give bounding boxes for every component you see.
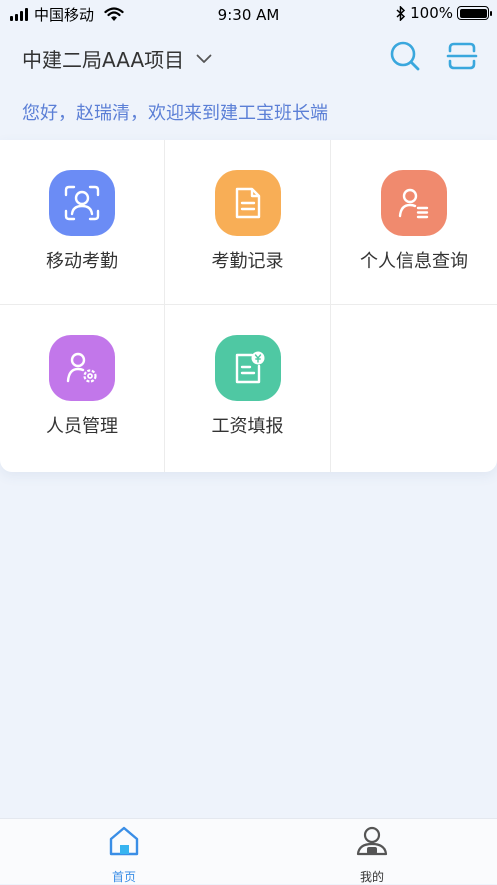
person-info-icon xyxy=(381,170,447,236)
person-settings-icon xyxy=(49,335,115,401)
grid-item-label: 移动考勤 xyxy=(46,251,118,272)
battery-percent: 100% xyxy=(410,4,453,22)
document-icon xyxy=(214,170,281,236)
grid-item-label: 工资填报 xyxy=(211,416,284,437)
grid-item-label: 人员管理 xyxy=(46,416,118,437)
scan-icon[interactable] xyxy=(446,40,478,72)
tab-mine[interactable]: 我的 xyxy=(312,819,432,884)
home-icon xyxy=(109,826,139,856)
project-selector[interactable]: 中建二局AAA项目 xyxy=(22,44,212,73)
battery-fill xyxy=(459,8,487,18)
grid-item-salary-report[interactable]: 工资填报 xyxy=(165,305,331,472)
header: 中建二局AAA项目 xyxy=(0,30,497,88)
grid-item-mobile-attendance[interactable]: 移动考勤 xyxy=(0,140,165,305)
tab-bar: 首页 我的 xyxy=(0,818,497,884)
tab-label: 首页 xyxy=(111,870,136,884)
status-bar: 中国移动 9:30 AM 100% xyxy=(0,0,497,30)
tab-label: 我的 xyxy=(359,870,384,884)
project-name: 中建二局AAA项目 xyxy=(22,48,185,72)
bluetooth-icon xyxy=(396,5,406,21)
battery-icon xyxy=(457,6,492,20)
grid-item-label: 个人信息查询 xyxy=(360,251,468,272)
grid-item-label: 考勤记录 xyxy=(211,251,284,272)
chevron-down-icon xyxy=(196,54,212,63)
tab-home[interactable]: 首页 xyxy=(64,819,184,884)
greeting-text: 您好，赵瑞清，欢迎来到建工宝班长端 xyxy=(22,103,328,124)
grid-item-attendance-records[interactable]: 考勤记录 xyxy=(165,140,331,305)
grid-item-personal-info[interactable]: 个人信息查询 xyxy=(331,140,497,305)
user-icon xyxy=(356,826,388,856)
status-right: 100% xyxy=(396,4,492,22)
salary-icon xyxy=(214,335,281,401)
grid-item-personnel-management[interactable]: 人员管理 xyxy=(0,305,165,472)
face-scan-icon xyxy=(49,170,115,236)
search-icon[interactable] xyxy=(389,40,421,72)
grid-item-empty xyxy=(331,305,497,472)
function-grid: 移动考勤 考勤记录 个人信息查询 人员管理 工资填报 xyxy=(0,140,497,472)
